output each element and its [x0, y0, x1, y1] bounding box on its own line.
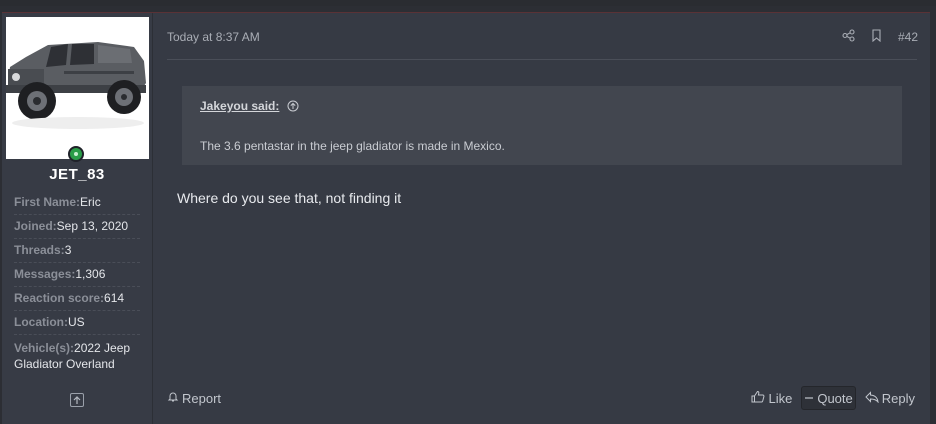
- avatar[interactable]: [6, 17, 149, 159]
- post-actions: #42: [842, 29, 918, 45]
- reply-label: Reply: [881, 390, 915, 406]
- info-label: Reaction score:: [14, 291, 105, 305]
- post-main: Today at 8:37 AM #42 Jakeyou said: The 3…: [152, 13, 930, 424]
- info-first-name: First Name:Eric: [14, 191, 140, 215]
- info-messages: Messages:1,306: [14, 263, 140, 287]
- info-value: 1,306: [75, 267, 106, 281]
- jump-to-quote-icon[interactable]: [287, 99, 299, 117]
- quote-block: Jakeyou said: The 3.6 pentastar in the j…: [182, 86, 902, 165]
- quote-button[interactable]: Quote: [801, 386, 856, 410]
- thumbs-up-icon: [751, 390, 765, 406]
- bookmark-icon[interactable]: [871, 29, 882, 45]
- post-message: Where do you see that, not finding it: [177, 190, 402, 206]
- info-value: Sep 13, 2020: [56, 219, 129, 233]
- info-vehicles: Vehicle(s):2022 Jeep Gladiator Overland: [14, 335, 140, 377]
- info-reaction-score: Reaction score:614: [14, 287, 140, 311]
- quote-author[interactable]: Jakeyou said:: [200, 99, 279, 113]
- like-label: Like: [768, 390, 793, 406]
- report-label: Report: [182, 391, 222, 406]
- forum-post: JET_83 First Name:Eric Joined:Sep 13, 20…: [2, 12, 930, 424]
- jeep-avatar-image: [6, 17, 149, 159]
- share-icon[interactable]: [842, 29, 855, 45]
- info-value: 3: [64, 243, 72, 257]
- info-value: 614: [104, 291, 125, 305]
- bell-icon: [167, 391, 179, 406]
- reply-button[interactable]: Reply: [862, 386, 918, 410]
- user-sidebar: JET_83 First Name:Eric Joined:Sep 13, 20…: [2, 13, 153, 424]
- info-label: First Name:: [14, 195, 81, 209]
- info-location: Location:US: [14, 311, 140, 335]
- info-label: Messages:: [14, 267, 76, 281]
- reaction-actions: Like Quote Reply: [748, 386, 918, 410]
- top-divider: [0, 0, 936, 6]
- reply-icon: [865, 390, 879, 406]
- header-divider: [167, 59, 917, 60]
- info-label: Threads:: [14, 243, 65, 257]
- info-label: Location:: [14, 315, 68, 329]
- minus-icon: [804, 391, 814, 406]
- info-label: Vehicle(s):: [14, 341, 75, 355]
- up-arrow-icon[interactable]: [70, 393, 84, 407]
- info-joined: Joined:Sep 13, 2020: [14, 215, 140, 239]
- online-status-icon: [68, 146, 84, 162]
- report-button[interactable]: Report: [167, 391, 221, 406]
- quote-text: The 3.6 pentastar in the jeep gladiator …: [200, 139, 505, 153]
- like-button[interactable]: Like: [748, 386, 795, 410]
- info-value: Eric: [80, 195, 101, 209]
- post-number[interactable]: #42: [898, 30, 918, 44]
- post-timestamp[interactable]: Today at 8:37 AM: [167, 30, 260, 44]
- quote-label: Quote: [817, 390, 853, 406]
- username[interactable]: JET_83: [2, 166, 152, 183]
- info-label: Joined:: [14, 219, 57, 233]
- user-info-list: First Name:Eric Joined:Sep 13, 2020 Thre…: [14, 191, 140, 377]
- info-threads: Threads:3: [14, 239, 140, 263]
- info-value: US: [68, 315, 85, 329]
